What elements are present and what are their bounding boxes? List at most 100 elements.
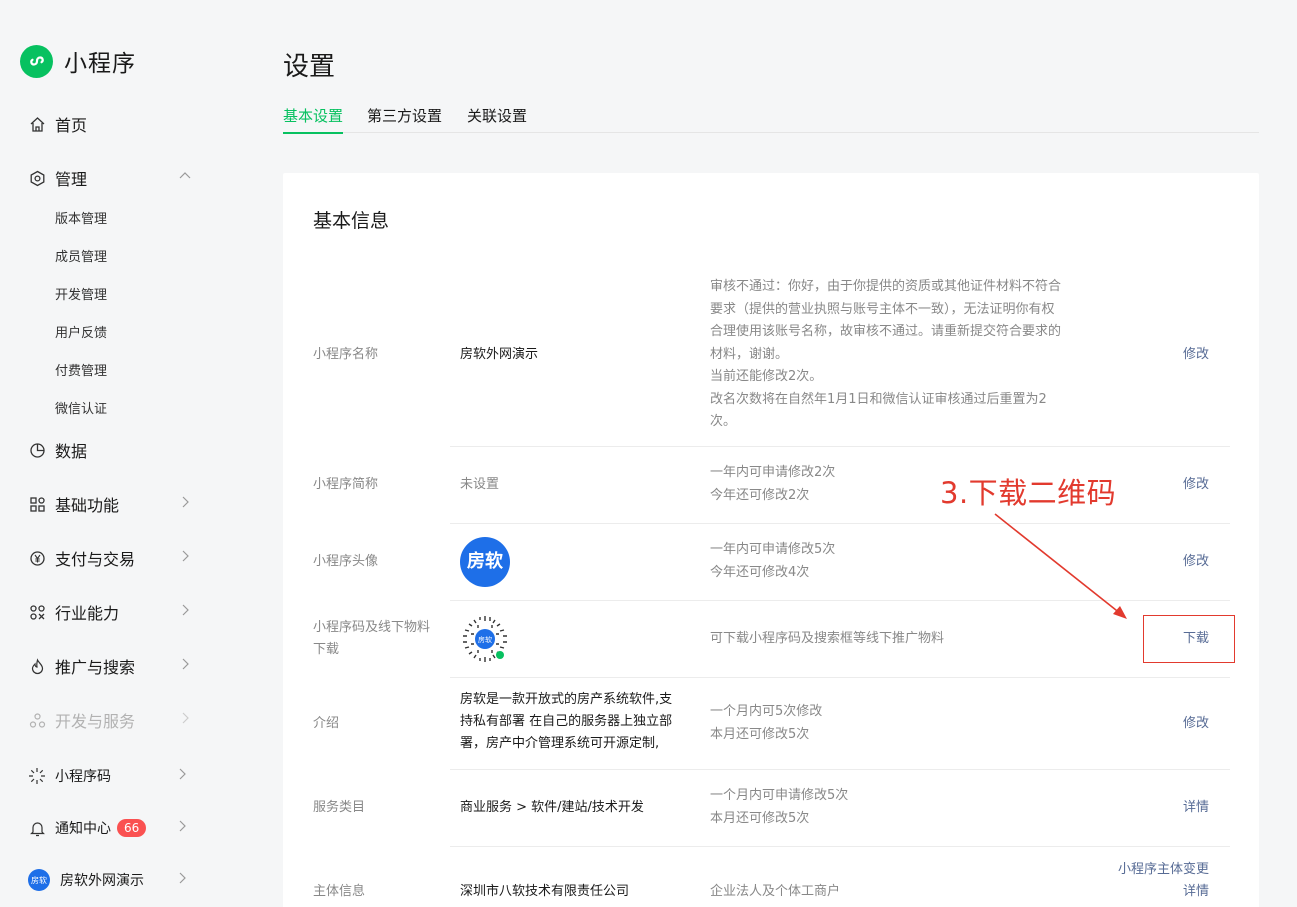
nav-industry-label: 行业能力 — [55, 604, 120, 623]
app-logo[interactable]: 小程序 — [20, 44, 136, 78]
desc-line: 一个月内可5次修改 — [710, 704, 823, 719]
tab-linked-settings[interactable]: 关联设置 — [467, 105, 527, 132]
row-label: 小程序码及线下物料 下载 — [313, 617, 448, 661]
nav-manage-label: 管理 — [55, 170, 88, 189]
row-desc: 一个月内可申请修改5次 本月还可修改5次 — [710, 785, 1095, 830]
bell-icon — [28, 819, 46, 837]
sidebar-item-members[interactable]: 成员管理 — [55, 246, 107, 265]
edit-short-name-button[interactable]: 修改 — [1183, 474, 1209, 496]
sidebar-item-billing[interactable]: 付费管理 — [55, 360, 107, 379]
row-qrcode: 小程序码及线下物料 下载 房软 可下载小程序码及搜索框等线下推广物料 下载 — [283, 601, 1259, 678]
row-intro: 介绍 房软是一款开放式的房产系统软件,支 持私有部署 在自己的服务器上独立部 署… — [283, 678, 1259, 770]
mini-program-logo-icon — [20, 44, 53, 78]
account-avatar: 房软 — [28, 869, 50, 891]
row-avatar-value: 房软 — [460, 537, 510, 587]
desc-line: 一年内可申请修改5次 — [710, 542, 836, 557]
nav-payment-label: 支付与交易 — [55, 550, 136, 569]
sidebar-item-verify[interactable]: 微信认证 — [55, 398, 107, 417]
annotation-highlight-box — [1143, 615, 1235, 663]
sidebar-item-feedback[interactable]: 用户反馈 — [55, 322, 107, 341]
sidebar-item-version[interactable]: 版本管理 — [55, 208, 107, 227]
row-desc: 一年内可申请修改5次 今年还可修改4次 — [710, 539, 1095, 584]
label-line: 下载 — [313, 642, 340, 657]
home-icon — [28, 115, 46, 133]
row-desc: 一个月内可5次修改 本月还可修改5次 — [710, 701, 1095, 746]
row-value: 深圳市八软技术有限责任公司 — [460, 884, 630, 899]
pie-chart-icon — [28, 441, 46, 459]
nav-devservice-label: 开发与服务 — [55, 712, 136, 731]
sidebar: 小程序 首页 管理 版本管理 成员管理 开发管理 用户反馈 付费管理 微信认证 … — [0, 0, 232, 907]
nav-qrcode-label: 小程序码 — [55, 769, 111, 785]
row-name: 小程序名称 房软外网演示 审核不通过：你好，由于你提供的资质或其他证件材料不符合… — [283, 268, 1259, 447]
desc-line: 材料，谢谢。 — [710, 346, 789, 362]
chevron-right-icon — [178, 495, 192, 513]
qrcode-sparkle-icon — [28, 767, 46, 785]
desc-line: 今年还可修改4次 — [710, 564, 810, 580]
annotation-label: 3.下载二维码 — [940, 476, 1117, 510]
chevron-right-icon — [178, 549, 192, 567]
mini-program-avatar: 房软 — [460, 537, 510, 587]
settings-tabs: 基本设置 第三方设置 关联设置 — [283, 105, 1259, 134]
chevron-right-icon — [178, 603, 192, 621]
nav-home-label: 首页 — [55, 116, 88, 135]
yuan-icon — [28, 549, 46, 567]
grid-icon — [28, 495, 46, 513]
desc-line: 要求（提供的营业执照与账号主体不一致），无法证明你有权 — [710, 301, 1055, 317]
row-label: 小程序简称 — [313, 477, 379, 492]
page-title: 设置 — [283, 52, 336, 82]
desc-line: 合理使用该账号名称，故审核不通过。请重新提交符合要求的 — [710, 324, 1062, 339]
row-desc: 企业法人及个体工商户 — [710, 884, 841, 899]
basic-info-card: 基本信息 小程序名称 房软外网演示 审核不通过：你好，由于你提供的资质或其他证件… — [283, 173, 1259, 907]
nav-promo-label: 推广与搜索 — [55, 658, 136, 677]
edit-avatar-button[interactable]: 修改 — [1183, 551, 1209, 573]
tab-basic-settings[interactable]: 基本设置 — [283, 105, 344, 134]
dev-service-icon — [28, 711, 46, 729]
row-desc: 审核不通过：你好，由于你提供的资质或其他证件材料不符合 要求（提供的营业执照与账… — [710, 276, 1095, 434]
row-intro-value: 房软是一款开放式的房产系统软件,支 持私有部署 在自己的服务器上独立部 署，房产… — [460, 689, 700, 755]
desc-line: 改名次数将在自然年1月1日和微信认证审核通过后重置为2 — [710, 391, 1047, 407]
nav-manage[interactable]: 管理 — [28, 166, 196, 190]
notify-count-badge: 66 — [117, 819, 147, 837]
entity-actions: 小程序主体变更 详情 — [1118, 859, 1209, 903]
row-avatar: 小程序头像 房软 一年内可申请修改5次 今年还可修改4次 修改 — [283, 524, 1259, 601]
row-value: 未设置 — [460, 477, 500, 492]
tab-third-party-settings[interactable]: 第三方设置 — [367, 105, 442, 132]
nav-data-label: 数据 — [55, 442, 88, 461]
row-desc: 可下载小程序码及搜索框等线下推广物料 — [710, 631, 945, 646]
nav-qrcode[interactable]: 小程序码 — [28, 766, 196, 786]
edit-intro-button[interactable]: 修改 — [1183, 713, 1209, 735]
desc-line: 当前还能修改2次。 — [710, 369, 823, 384]
intro-line: 持私有部署 在自己的服务器上独立部 — [460, 714, 673, 729]
row-label: 小程序名称 — [313, 347, 379, 362]
edit-name-button[interactable]: 修改 — [1183, 344, 1209, 366]
desc-line: 本月还可修改5次 — [710, 726, 810, 742]
nav-basic-label: 基础功能 — [55, 496, 120, 515]
entity-detail-link[interactable]: 详情 — [1118, 881, 1209, 903]
desc-line: 一个月内可申请修改5次 — [710, 788, 849, 803]
row-qr-value: 房软 — [460, 614, 510, 664]
category-detail-link[interactable]: 详情 — [1183, 797, 1209, 819]
nav-payment[interactable]: 支付与交易 — [28, 546, 196, 570]
chevron-up-icon — [178, 169, 192, 187]
nav-data[interactable]: 数据 — [28, 438, 196, 462]
nav-home[interactable]: 首页 — [28, 112, 196, 136]
entity-change-link[interactable]: 小程序主体变更 — [1118, 859, 1209, 881]
nav-promo[interactable]: 推广与搜索 — [28, 654, 196, 678]
row-category: 服务类目 商业服务 > 软件/建站/技术开发 一个月内可申请修改5次 本月还可修… — [283, 770, 1259, 847]
intro-line: 房软是一款开放式的房产系统软件,支 — [460, 692, 673, 707]
nav-industry[interactable]: 行业能力 — [28, 600, 196, 624]
mini-program-qr-code: 房软 — [460, 614, 510, 664]
nav-notify[interactable]: 通知中心 66 — [28, 818, 196, 838]
chevron-right-icon — [178, 711, 192, 729]
intro-line: 署，房产中介管理系统可开源定制, — [460, 736, 660, 751]
row-label: 小程序头像 — [313, 554, 379, 569]
nav-devservice[interactable]: 开发与服务 — [28, 708, 196, 732]
row-value: 房软外网演示 — [460, 347, 539, 362]
row-label: 介绍 — [313, 716, 340, 731]
nav-basic[interactable]: 基础功能 — [28, 492, 196, 516]
chevron-right-icon — [175, 767, 189, 785]
sidebar-item-dev[interactable]: 开发管理 — [55, 284, 107, 303]
chevron-right-icon — [178, 657, 192, 675]
manage-icon — [28, 169, 46, 187]
nav-account[interactable]: 房软 房软外网演示 — [28, 869, 196, 891]
